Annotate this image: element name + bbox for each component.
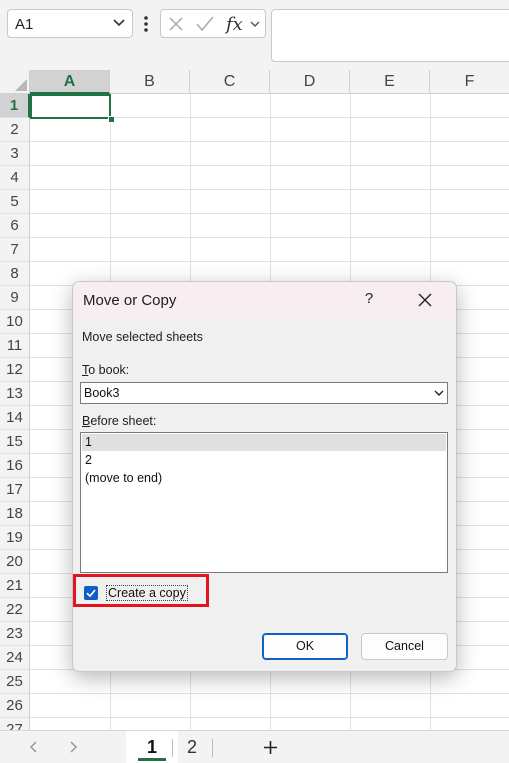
list-item[interactable]: 2 <box>82 452 446 469</box>
active-cell-a1[interactable] <box>30 94 111 119</box>
row-header-8[interactable]: 8 <box>0 262 30 286</box>
row-header-19[interactable]: 19 <box>0 526 30 550</box>
dialog-title: Move or Copy <box>83 292 177 309</box>
name-box-value: A1 <box>15 16 34 33</box>
dialog-description: Move selected sheets <box>82 330 203 344</box>
row-gridline <box>30 693 509 694</box>
formula-bar: A1 fx <box>0 0 509 70</box>
row-header-12[interactable]: 12 <box>0 358 30 382</box>
row-header-26[interactable]: 26 <box>0 694 30 718</box>
row-header-13[interactable]: 13 <box>0 382 30 406</box>
sheet-tab-2[interactable]: 2 <box>172 731 212 763</box>
help-button[interactable]: ? <box>363 290 375 307</box>
row-header-18[interactable]: 18 <box>0 502 30 526</box>
move-or-copy-dialog: Move or Copy ? Move selected sheets To b… <box>72 281 457 672</box>
chevron-down-icon[interactable] <box>433 386 445 400</box>
row-header-5[interactable]: 5 <box>0 190 30 214</box>
create-copy-highlight: Create a copy <box>73 574 209 607</box>
to-book-select[interactable]: Book3 <box>80 382 448 404</box>
row-header-10[interactable]: 10 <box>0 310 30 334</box>
svg-text:fx: fx <box>224 14 243 35</box>
row-header-23[interactable]: 23 <box>0 622 30 646</box>
row-header-1[interactable]: 1 <box>0 94 30 118</box>
before-sheet-label: Before sheet: <box>82 414 156 428</box>
column-header-d[interactable]: D <box>270 70 350 94</box>
row-header-6[interactable]: 6 <box>0 214 30 238</box>
formula-input[interactable] <box>271 9 509 62</box>
column-header-a[interactable]: A <box>30 70 110 94</box>
column-header-e[interactable]: E <box>350 70 430 94</box>
name-box[interactable]: A1 <box>7 9 133 38</box>
row-header-2[interactable]: 2 <box>0 118 30 142</box>
to-book-value: Book3 <box>84 386 120 400</box>
more-options-icon[interactable] <box>142 14 150 34</box>
to-book-label: To book: <box>82 363 129 377</box>
row-gridline <box>30 717 509 718</box>
sheet-tab-bar: 1 2 <box>0 730 509 763</box>
ok-button[interactable]: OK <box>262 633 348 660</box>
row-header-4[interactable]: 4 <box>0 166 30 190</box>
before-sheet-list[interactable]: 1 2 (move to end) <box>80 432 448 573</box>
sheet-tab-1[interactable]: 1 <box>126 731 178 763</box>
to-book-label-text: o book: <box>88 363 130 377</box>
column-header-f[interactable]: F <box>430 70 509 94</box>
row-header-27[interactable]: 27 <box>0 718 30 730</box>
row-header-9[interactable]: 9 <box>0 286 30 310</box>
chevron-right-icon[interactable] <box>67 740 79 754</box>
row-header-15[interactable]: 15 <box>0 430 30 454</box>
row-header-25[interactable]: 25 <box>0 670 30 694</box>
enter-check-icon[interactable] <box>195 15 215 33</box>
row-gridline <box>30 189 509 190</box>
formula-actions: fx <box>160 9 266 38</box>
chevron-left-icon[interactable] <box>28 740 40 754</box>
list-item[interactable]: (move to end) <box>82 470 446 487</box>
row-header-17[interactable]: 17 <box>0 478 30 502</box>
tab-separator <box>212 739 213 757</box>
before-sheet-label-text: efore sheet: <box>90 414 157 428</box>
chevron-down-icon[interactable] <box>112 15 126 29</box>
chevron-down-icon[interactable] <box>249 18 261 30</box>
row-header-11[interactable]: 11 <box>0 334 30 358</box>
row-gridline <box>30 141 509 142</box>
column-header-c[interactable]: C <box>190 70 270 94</box>
create-copy-label[interactable]: Create a copy <box>106 585 188 601</box>
row-header-16[interactable]: 16 <box>0 454 30 478</box>
column-header-b[interactable]: B <box>110 70 190 94</box>
select-all-triangle-icon <box>15 79 27 91</box>
row-header-22[interactable]: 22 <box>0 598 30 622</box>
cancel-icon[interactable] <box>167 15 185 33</box>
row-header-20[interactable]: 20 <box>0 550 30 574</box>
insert-function-icon[interactable]: fx <box>223 13 247 35</box>
add-sheet-icon[interactable] <box>262 739 279 756</box>
dialog-title-bar[interactable]: Move or Copy ? <box>73 282 456 319</box>
row-header-7[interactable]: 7 <box>0 238 30 262</box>
close-icon[interactable] <box>417 292 433 308</box>
row-gridline <box>30 237 509 238</box>
row-gridline <box>30 213 509 214</box>
row-header-3[interactable]: 3 <box>0 142 30 166</box>
row-gridline <box>30 261 509 262</box>
checkmark-icon <box>86 589 96 598</box>
row-header-14[interactable]: 14 <box>0 406 30 430</box>
row-header-21[interactable]: 21 <box>0 574 30 598</box>
select-all-corner[interactable] <box>0 70 30 94</box>
row-gridline <box>30 165 509 166</box>
cancel-button[interactable]: Cancel <box>361 633 448 660</box>
fill-handle[interactable] <box>108 116 115 123</box>
row-header-24[interactable]: 24 <box>0 646 30 670</box>
list-item[interactable]: 1 <box>82 434 446 451</box>
create-copy-checkbox[interactable] <box>84 586 98 600</box>
